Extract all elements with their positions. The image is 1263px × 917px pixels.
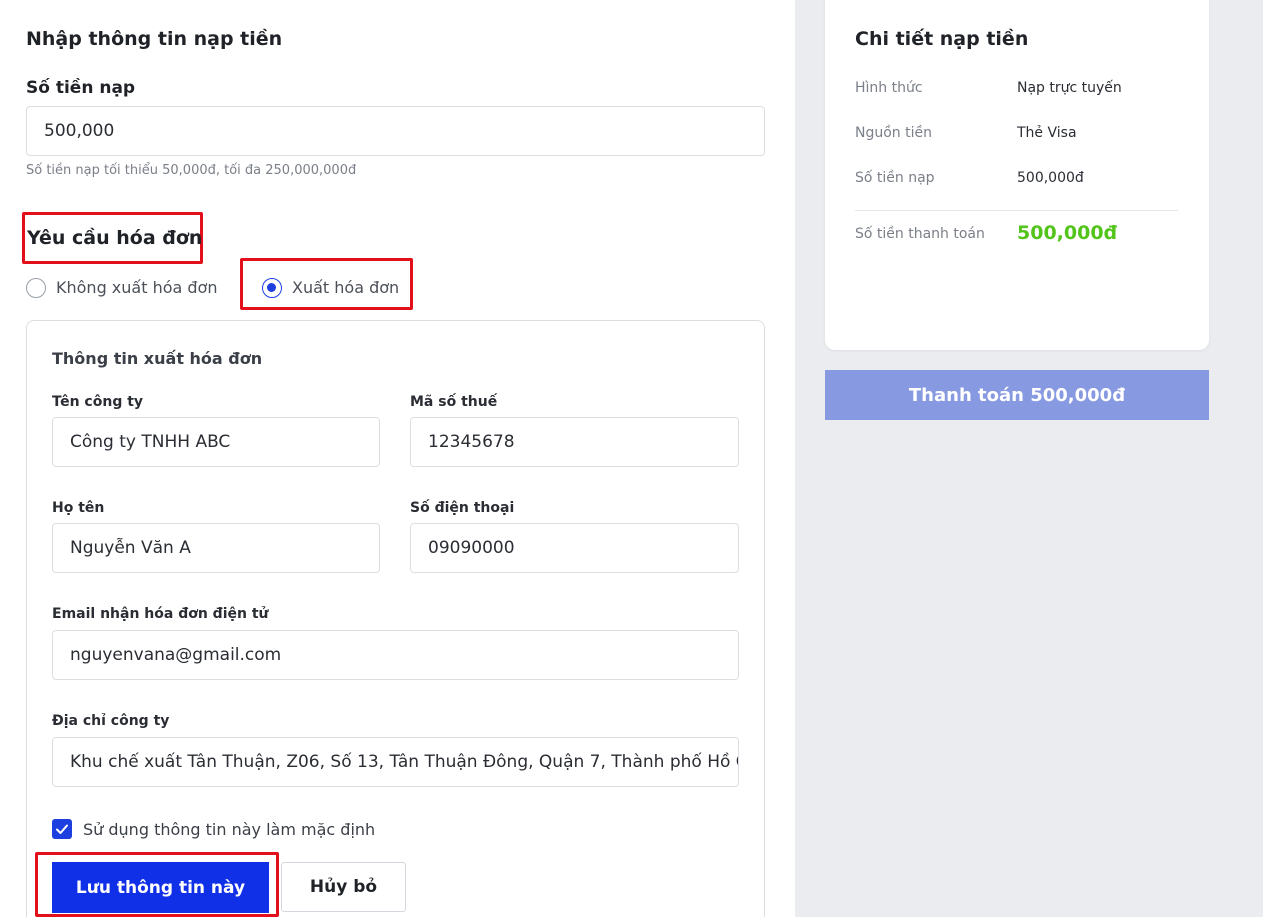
summary-value-amount: 500,000đ [1017, 170, 1084, 186]
amount-input[interactable]: 500,000 [26, 106, 765, 156]
email-label: Email nhận hóa đơn điện tử [52, 606, 269, 622]
radio-invoice[interactable] [262, 278, 282, 298]
summary-title: Chi tiết nạp tiền [855, 28, 1029, 50]
summary-value-method: Nạp trực tuyến [1017, 80, 1122, 96]
default-checkbox[interactable] [52, 819, 72, 839]
summary-divider [855, 210, 1178, 211]
checkmark-icon [56, 824, 68, 834]
form-title: Nhập thông tin nạp tiền [26, 28, 283, 50]
deposit-form-panel: Nhập thông tin nạp tiền Số tiền nạp 500,… [0, 0, 795, 917]
email-input[interactable]: nguyenvana@gmail.com [52, 630, 739, 680]
save-info-button[interactable]: Lưu thông tin này [52, 862, 269, 913]
summary-total-key: Số tiền thanh toán [855, 226, 985, 242]
radio-no-invoice[interactable] [26, 278, 46, 298]
phone-input[interactable]: 09090000 [410, 523, 739, 573]
cancel-button[interactable]: Hủy bỏ [281, 862, 406, 912]
invoice-info-card: Thông tin xuất hóa đơn Tên công ty Công … [26, 320, 765, 917]
summary-panel: Chi tiết nạp tiền Hình thức Nạp trực tuy… [825, 0, 1209, 350]
address-input[interactable]: Khu chế xuất Tân Thuận, Z06, Số 13, Tân … [52, 737, 739, 787]
tax-input[interactable]: 12345678 [410, 417, 739, 467]
invoice-card-title: Thông tin xuất hóa đơn [52, 349, 263, 368]
name-input[interactable]: Nguyễn Văn A [52, 523, 380, 573]
default-checkbox-label[interactable]: Sử dụng thông tin này làm mặc định [83, 820, 375, 839]
invoice-request-title: Yêu cầu hóa đơn [27, 227, 203, 249]
tax-label: Mã số thuế [410, 394, 498, 410]
pay-button[interactable]: Thanh toán 500,000đ [825, 370, 1209, 420]
summary-total-value: 500,000đ [1017, 222, 1118, 244]
address-label: Địa chỉ công ty [52, 713, 170, 729]
company-label: Tên công ty [52, 394, 144, 410]
amount-hint: Số tiền nạp tối thiểu 50,000đ, tối đa 25… [26, 163, 357, 178]
summary-key-source: Nguồn tiền [855, 125, 932, 141]
amount-label: Số tiền nạp [26, 78, 136, 98]
summary-key-amount: Số tiền nạp [855, 170, 935, 186]
radio-invoice-label[interactable]: Xuất hóa đơn [292, 278, 399, 297]
radio-no-invoice-label[interactable]: Không xuất hóa đơn [56, 278, 217, 297]
name-label: Họ tên [52, 500, 105, 516]
summary-value-source: Thẻ Visa [1017, 125, 1077, 141]
company-input[interactable]: Công ty TNHH ABC [52, 417, 380, 467]
summary-key-method: Hình thức [855, 80, 923, 96]
phone-label: Số điện thoại [410, 500, 515, 516]
